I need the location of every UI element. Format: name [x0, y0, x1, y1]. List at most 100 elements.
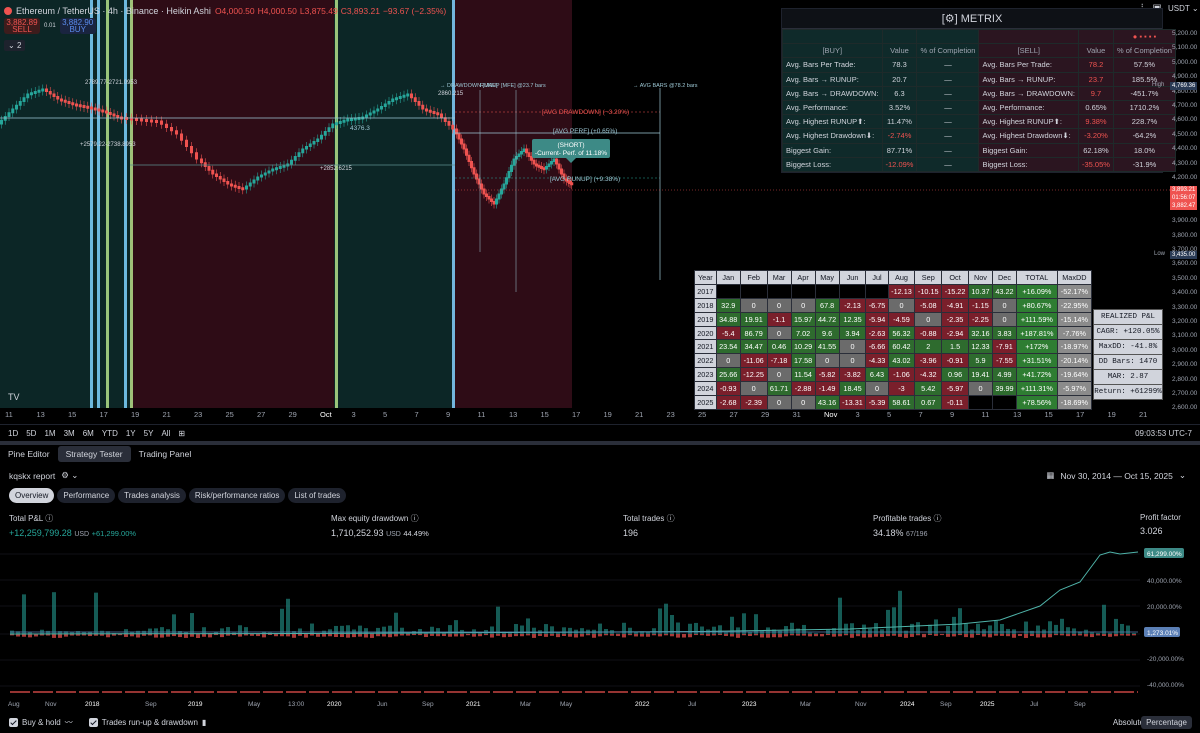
timeframe-5y[interactable]: 5Y	[144, 429, 154, 438]
info-icon[interactable]: ⓘ	[667, 514, 675, 523]
candle-down	[125, 117, 128, 120]
runup-bar	[868, 628, 872, 634]
drawdown-bar	[1126, 634, 1130, 636]
candle-down	[155, 120, 158, 123]
pnl-cell: 0	[814, 353, 840, 369]
pnl-year-cell: 2021	[694, 339, 717, 355]
kpi-profit-factor-label: Profit factor	[1140, 513, 1181, 522]
candle-up	[252, 179, 256, 184]
price-tick: 4,700.00	[1172, 102, 1198, 109]
candle-down	[472, 167, 476, 175]
equity-x-tick: 2022	[635, 701, 650, 708]
price-tick: 2,600.00	[1172, 404, 1198, 412]
date-range[interactable]: ▦ Nov 30, 2014 — Oct 15, 2025 ⌄	[1046, 470, 1186, 481]
metrix-cell: —	[916, 128, 980, 144]
candle-down	[140, 118, 143, 122]
buy-button[interactable]: 3,882.90 BUY	[59, 18, 96, 34]
clock[interactable]: 09:03:53 UTC-7	[1135, 429, 1192, 438]
pnl-header-cell: MaxDD	[1056, 270, 1093, 285]
metrix-cell: Avg. Highest Drawdown⬇:	[978, 128, 1079, 144]
candle-down	[108, 112, 112, 115]
drawdown-bar	[922, 634, 926, 638]
buy-hold-toggle[interactable]: Buy & hold 〰	[9, 717, 73, 728]
runup-bar	[202, 627, 206, 634]
price-axis[interactable]: 5,200.00 5,100.00 5,000.00 4,900.00 4,800.00…	[1152, 30, 1200, 412]
indicator-toggle[interactable]: ⌄ 2	[4, 40, 26, 51]
runup-drawdown-toggle[interactable]: Trades run-up & drawdown ▮	[88, 717, 206, 727]
timeframe-6m[interactable]: 6M	[83, 429, 94, 438]
currency-selector[interactable]: USDT ⌄	[1168, 4, 1199, 13]
panel-tab-trading-panel[interactable]: Trading Panel	[131, 446, 200, 462]
drawdown-bar	[466, 634, 470, 636]
time-tick: 23	[666, 410, 675, 419]
info-icon[interactable]: ⓘ	[45, 514, 53, 523]
pnl-year-cell: 2017	[694, 283, 717, 299]
info-icon[interactable]: ⓘ	[411, 514, 419, 523]
symbol-title[interactable]: Ethereum / TetherUS · 4h · Binance · Hei…	[16, 6, 211, 16]
pnl-cell: 43.22	[991, 283, 1018, 299]
time-tick: 21	[1139, 410, 1148, 419]
candle-up	[391, 98, 395, 102]
kpi-profitable-trades: Profitable trades ⓘ 34.18% 67/196	[873, 513, 942, 538]
timeframe-1d[interactable]: 1D	[8, 429, 18, 438]
equity-chart[interactable]: 60,000.00%40,000.00%20,000.00%0.00%-20,0…	[0, 540, 1200, 712]
kpi-total-pnl: Total P&L ⓘ +12,259,799.28 USD +61,299.0…	[9, 513, 136, 538]
report-settings-icon[interactable]: ⚙ ⌄	[61, 470, 78, 481]
bar-countdown-tag: 01:56:07	[1170, 194, 1198, 202]
trade-label-bottom: +2579.22-2738.8953	[80, 142, 136, 148]
pnl-cell	[838, 283, 867, 299]
drawdown-bar	[568, 634, 572, 637]
timeframe-3m[interactable]: 3M	[64, 429, 75, 438]
drawdown-bar	[928, 634, 932, 636]
st-tab-overview[interactable]: Overview	[9, 488, 55, 503]
st-tab-risk-performance-ratios[interactable]: Risk/performance ratios	[188, 488, 286, 503]
panel-tab-pine-editor[interactable]: Pine Editor	[0, 446, 58, 462]
drawdown-bar	[1096, 634, 1100, 636]
timeframe-all[interactable]: All	[161, 429, 170, 438]
timeframe-1y[interactable]: 1Y	[126, 429, 136, 438]
time-tick: 11	[477, 410, 486, 419]
drawdown-bar	[646, 634, 650, 637]
price-chart-pane[interactable]: [AVG DRAWDOWN] (−3.20%) [AVG PERF] (+0.65…	[0, 0, 1200, 420]
kpi-max-drawdown-value: 1,710,252.93	[331, 528, 384, 538]
candle-down	[241, 187, 245, 191]
pnl-cell: 0	[715, 353, 741, 369]
panel-tab-strategy-tester[interactable]: Strategy Tester	[57, 446, 131, 462]
st-tab-performance[interactable]: Performance	[57, 488, 116, 503]
candle-up	[376, 108, 380, 112]
st-tab-trades-analysis[interactable]: Trades analysis	[118, 488, 186, 503]
info-icon[interactable]: ⓘ	[934, 514, 942, 523]
date-range-icon[interactable]: ⊞	[178, 429, 185, 438]
price-tick: 5,000.00	[1172, 58, 1198, 66]
report-name[interactable]: kqskx report	[9, 471, 55, 481]
runup-bar	[1072, 628, 1076, 634]
drawdown-bar	[1108, 634, 1112, 637]
sell-button[interactable]: 3,882.89 SELL	[4, 18, 40, 34]
time-tick: 29	[288, 410, 297, 419]
drawdown-bar	[700, 634, 704, 636]
drawdown-bar	[592, 634, 596, 638]
metrix-cell: 9.38%	[1078, 114, 1114, 130]
pnl-header-cell: Mar	[766, 270, 792, 285]
candle-up	[15, 104, 18, 110]
timeframe-1m[interactable]: 1M	[44, 429, 55, 438]
percentage-button[interactable]: Percentage	[1141, 715, 1192, 729]
runup-drawdown-label: Trades run-up & drawdown	[101, 717, 198, 727]
metrix-header-cell: % of Completion	[916, 43, 980, 59]
pnl-cell: 0	[914, 311, 943, 327]
candle-up	[41, 88, 45, 92]
timeframe-5d[interactable]: 5D	[26, 429, 36, 438]
candle-down	[410, 93, 413, 99]
time-axis[interactable]: 11 13 15 17 19 21 23 25 27 29 Oct 3 5 7 9 11 13 15 17 19 21 2…	[0, 408, 1170, 420]
report-header: kqskx report ⚙ ⌄	[9, 470, 78, 481]
candle-down	[465, 148, 468, 156]
pnl-cell: 0	[991, 297, 1018, 313]
drawdown-bar	[160, 634, 164, 638]
timeframe-ytd[interactable]: YTD	[102, 429, 118, 438]
drawdown-bar	[964, 634, 968, 638]
st-tab-list-of-trades[interactable]: List of trades	[288, 488, 347, 503]
drawdown-bar	[1048, 634, 1052, 638]
time-tick: 31	[792, 410, 801, 419]
absolute-button[interactable]: Absolute	[1113, 718, 1144, 727]
candle-down	[425, 108, 428, 112]
